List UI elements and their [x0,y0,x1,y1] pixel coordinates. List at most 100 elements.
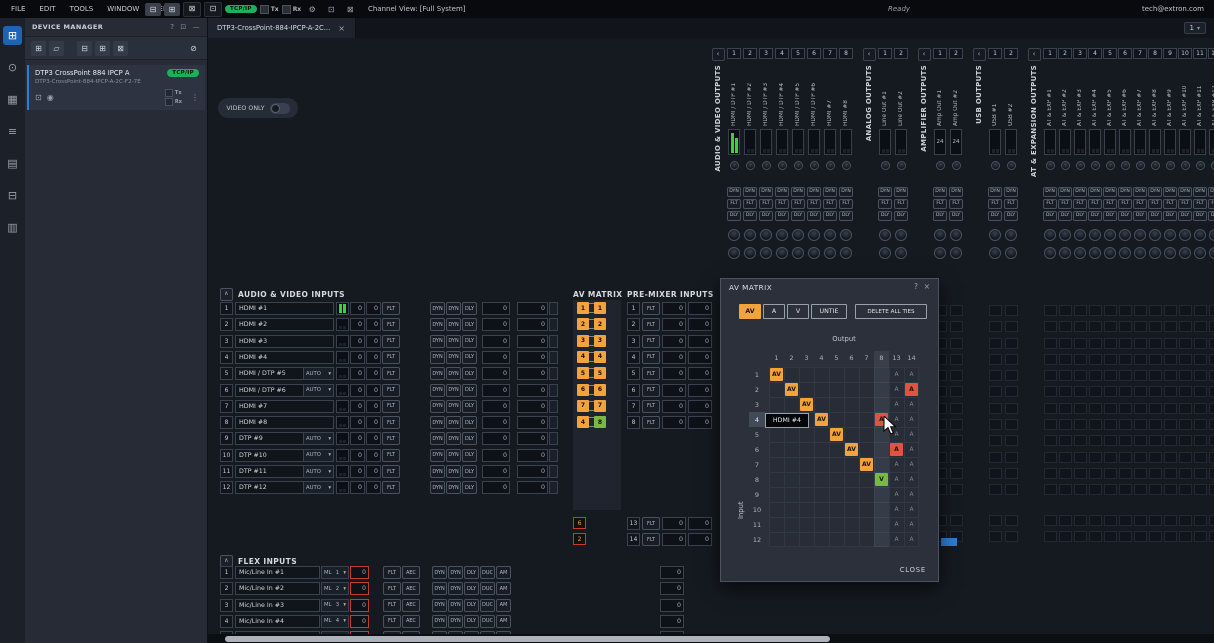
dyn-button[interactable]: DYN [446,351,461,364]
crosspoint-cell[interactable] [1209,419,1214,430]
crosspoint-cell[interactable] [1149,370,1162,381]
value-stepper[interactable] [549,335,558,348]
dly-button[interactable]: DLY [464,615,479,628]
output-mix-knob[interactable] [776,247,788,259]
crosspoint-cell[interactable] [1179,403,1192,414]
crosspoint-cell[interactable] [989,386,1002,397]
crosspoint-cell[interactable] [1059,321,1072,332]
value-stepper[interactable] [549,400,558,413]
crosspoint-cell[interactable] [1149,338,1162,349]
output-gain-knob[interactable] [794,161,803,170]
crosspoint-cell[interactable] [1194,338,1207,349]
input-mix-value[interactable]: 0 [482,449,510,462]
crosspoint-cell[interactable] [1005,419,1018,430]
output-mix-knob[interactable] [1119,229,1131,241]
matrix-column-header[interactable]: 14 [904,351,919,365]
flt-button[interactable]: FLT [791,199,805,209]
crosspoint-cell[interactable] [1005,305,1018,316]
ghost-audio-mark[interactable]: A [904,457,919,472]
output-channel-number[interactable]: 1 [1043,48,1057,59]
collapse-chevron-icon[interactable]: ‹ [863,48,876,61]
tie-input-number[interactable]: 5 [577,367,589,379]
help-icon[interactable]: ? [170,23,174,31]
input-number[interactable]: 10 [220,449,233,462]
output-channel-number[interactable]: 4 [775,48,789,59]
crosspoint-cell[interactable] [989,484,1002,495]
dyn-button[interactable]: DYN [1178,187,1192,197]
flt-button[interactable]: FLT [642,384,660,397]
output-gain-knob[interactable] [842,161,851,170]
dyn-button[interactable]: DYN [446,367,461,380]
dyn-button[interactable]: DYN [839,187,853,197]
video-only-toggle[interactable]: VIDEO ONLY [218,98,298,118]
matrix-row-header[interactable]: 6 [749,442,765,457]
crosspoint-cell[interactable] [1059,484,1072,495]
extra-tie-number[interactable]: 2 [573,533,586,545]
matrix-row-header[interactable]: 5 [749,427,765,442]
flt-button[interactable]: FLT [933,199,947,209]
pre-mixer-value-1[interactable]: 0 [662,302,686,315]
matrix-tie-av[interactable]: AV [800,398,813,411]
flt-button[interactable]: FLT [383,582,401,595]
input-number[interactable]: 8 [220,416,233,429]
crosspoint-cell[interactable] [1074,452,1087,463]
pre-mixer-value-2[interactable]: 0 [688,533,712,546]
output-gain-knob[interactable] [1076,161,1085,170]
input-number[interactable]: 3 [220,335,233,348]
matrix-tie-av[interactable]: AV [845,443,858,456]
input-trim-value[interactable]: 0 [366,465,381,478]
duc-button[interactable]: DUC [480,582,495,595]
tab-device[interactable]: DTP3-CrossPoint-884-IPCP-A-2C... × [207,18,356,38]
delete-all-ties-button[interactable]: DELETE ALL TIES [855,304,927,319]
dyn-button[interactable]: DYN [430,367,445,380]
dly-button[interactable]: DLY [988,211,1002,221]
output-channel-number[interactable]: 1 [727,48,741,59]
flex-level-value[interactable]: 0 [350,566,369,579]
ghost-audio-mark[interactable]: A [904,472,919,487]
dyn-button[interactable]: DYN [432,615,447,628]
output-channel-number[interactable]: 4 [1088,48,1102,59]
crosspoint-cell[interactable] [1194,531,1207,542]
dyn-button[interactable]: DYN [446,465,461,478]
dyn-button[interactable]: DYN [1148,187,1162,197]
matrix-row-header[interactable]: 3 [749,397,765,412]
input-mix-value[interactable]: 0 [482,400,510,413]
matrix-tie-v[interactable]: V [875,473,888,486]
crosspoint-cell[interactable] [1119,468,1132,479]
dly-button[interactable]: DLY [462,465,477,478]
am-button[interactable]: AM [496,599,511,612]
crosspoint-cell[interactable] [1005,354,1018,365]
input-out-value[interactable]: 0 [517,449,548,462]
dly-button[interactable]: DLY [1178,211,1192,221]
dyn-button[interactable]: DYN [430,384,445,397]
tie-input-number[interactable]: 4 [577,416,589,428]
crosspoint-cell[interactable] [1119,354,1132,365]
flt-button[interactable]: FLT [383,566,401,579]
value-stepper[interactable] [549,449,558,462]
input-gain-value[interactable]: 0 [350,416,365,429]
crosspoint-cell[interactable] [1134,386,1147,397]
input-format-dropdown[interactable]: AUTO▾ [303,385,333,396]
output-mix-knob[interactable] [808,247,820,259]
crosspoint-cell[interactable] [1134,305,1147,316]
dly-button[interactable]: DLY [462,367,477,380]
input-name-field[interactable]: HDMI #8 [235,416,334,429]
output-gain-knob[interactable] [730,161,739,170]
dyn-button[interactable]: DYN [446,335,461,348]
flt-button[interactable]: FLT [642,302,660,315]
input-out-value[interactable]: 0 [517,318,548,331]
crosspoint-cell[interactable] [1074,370,1087,381]
flex-type-dropdown[interactable]: ML4▾ [321,615,349,628]
input-out-value[interactable]: 0 [517,302,548,315]
dyn-button[interactable]: DYN [1103,187,1117,197]
pre-mixer-value-2[interactable]: 0 [688,400,712,413]
output-mix-knob[interactable] [895,229,907,241]
dly-button[interactable]: DLY [807,211,821,221]
input-name-field[interactable]: DTP #11AUTO▾ [235,465,334,478]
crosspoint-cell[interactable] [1044,468,1057,479]
flt-button[interactable]: FLT [988,199,1002,209]
dly-button[interactable]: DLY [933,211,947,221]
matrix-row-header[interactable]: 2 [749,382,765,397]
input-format-dropdown[interactable]: AUTO▾ [303,368,333,379]
input-mix-value[interactable]: 0 [482,318,510,331]
